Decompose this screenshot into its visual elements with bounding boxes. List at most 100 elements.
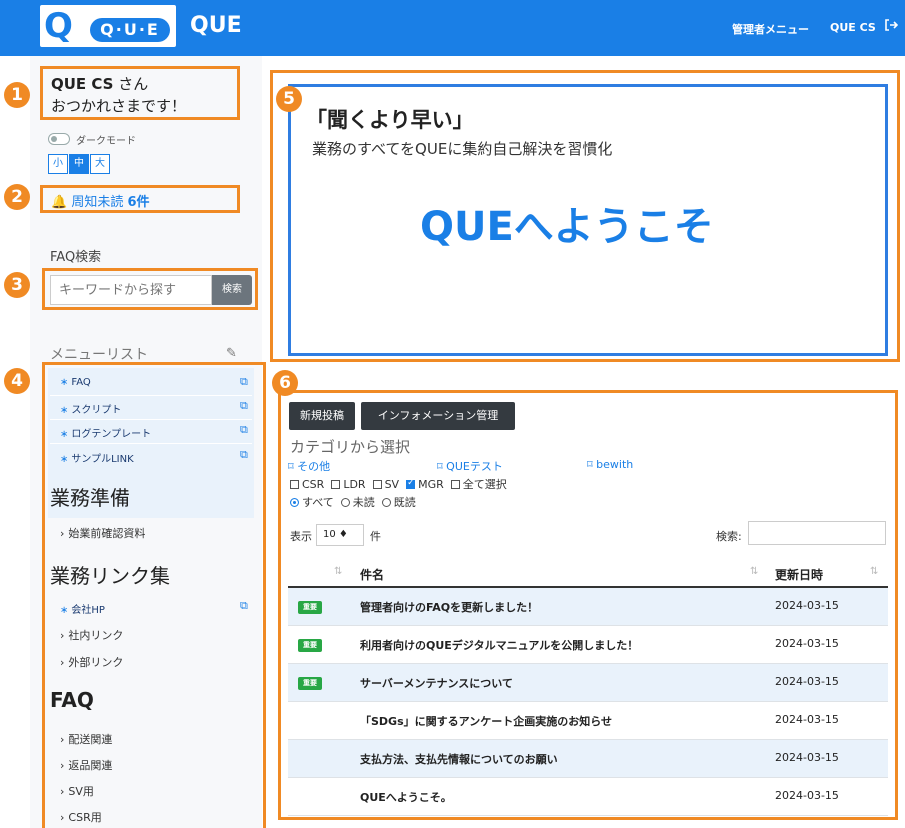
user-greeting-box: QUE CS さん おつかれさまです！ xyxy=(40,66,240,120)
row-subject[interactable]: 支払方法、支払先情報についてのお願い xyxy=(360,751,558,767)
sidebar-item-prep-docs[interactable]: › 始業前確認資料 xyxy=(60,525,145,541)
menu-separator xyxy=(50,419,252,420)
table-search-label: 検索: xyxy=(716,530,742,543)
important-tag: 重要 xyxy=(298,677,322,690)
category-link-bewith[interactable]: ⌑ bewith xyxy=(587,458,633,471)
greeting-text: おつかれさまです！ xyxy=(51,97,187,115)
table-row[interactable]: 重要 利用者向けのQUEデジタルマニュアルを公開しました！ 2024-03-15 xyxy=(288,626,888,664)
row-date: 2024-03-15 xyxy=(775,713,839,726)
external-link-icon[interactable]: ⧉ xyxy=(240,399,248,413)
annotation-badge-4: 4 xyxy=(4,368,30,394)
font-size-medium-button[interactable]: 中 xyxy=(69,154,89,174)
user-name: QUE CS xyxy=(51,75,114,93)
sort-icon[interactable]: ⇅ xyxy=(750,566,758,577)
dark-mode-label: ダークモード xyxy=(76,136,136,147)
user-suffix: さん xyxy=(113,75,149,93)
bookmark-icon: ⌑ xyxy=(288,460,294,473)
checkbox-csr[interactable]: CSR xyxy=(290,478,324,491)
row-subject[interactable]: 管理者向けのFAQを更新しました！ xyxy=(360,599,538,615)
column-header-updated[interactable]: 更新日時 xyxy=(775,566,823,583)
row-subject[interactable]: QUEへようこそ。 xyxy=(360,789,452,805)
unread-notice-box[interactable]: 🔔 周知未読 6件 xyxy=(40,185,240,213)
page-length-select[interactable]: 10 ♦ xyxy=(316,524,364,546)
row-date: 2024-03-15 xyxy=(775,637,839,650)
unread-notice-count: 6件 xyxy=(127,195,150,210)
checkbox-mgr[interactable]: MGR xyxy=(406,478,444,491)
row-date: 2024-03-15 xyxy=(775,751,839,764)
section-heading-links: 業務リンク集 xyxy=(50,564,170,588)
dark-mode-toggle[interactable] xyxy=(48,133,70,145)
hero-welcome: QUEへようこそ xyxy=(420,204,714,250)
radio-all[interactable]: すべて xyxy=(290,496,334,509)
menu-item-log-template[interactable]: ∗ ログテンプレート xyxy=(60,425,151,443)
table-row[interactable]: QUEへようこそ。 2024-03-15 xyxy=(288,778,888,816)
annotation-badge-5: 5 xyxy=(276,86,302,112)
radio-read[interactable]: 既読 xyxy=(381,496,416,509)
radio-unread[interactable]: 未読 xyxy=(340,496,375,509)
column-header-subject[interactable]: 件名 xyxy=(360,566,384,583)
menu-list-label: メニューリスト xyxy=(50,347,148,363)
info-manage-button[interactable]: インフォメーション管理 xyxy=(361,402,515,430)
table-row[interactable]: 「SDGs」に関するアンケート企画実施のお知らせ 2024-03-15 xyxy=(288,702,888,740)
top-header: Q Q·U·E QUE 管理者メニュー QUE CS xyxy=(0,0,905,56)
sidebar-item-external-links[interactable]: › 外部リンク xyxy=(60,654,123,670)
external-link-icon[interactable]: ⧉ xyxy=(240,423,248,437)
hero-subtitle: 業務のすべてをQUEに集約自己解決を習慣化 xyxy=(312,140,613,158)
checkbox-ldr[interactable]: LDR xyxy=(331,478,366,491)
external-link-icon[interactable]: ⧉ xyxy=(240,448,248,462)
checkbox-select-all[interactable]: 全て選択 xyxy=(450,478,507,491)
unread-notice-label: 周知未読 xyxy=(71,195,124,210)
new-post-button[interactable]: 新規投稿 xyxy=(289,402,355,430)
important-tag: 重要 xyxy=(298,601,322,614)
annotation-badge-3: 3 xyxy=(4,272,30,298)
page-length-unit: 件 xyxy=(370,530,381,543)
table-search-input[interactable] xyxy=(748,521,886,545)
section-heading-prep: 業務準備 xyxy=(50,486,130,510)
sidebar-item-shipping[interactable]: › 配送関連 xyxy=(60,731,112,747)
sidebar-item-company-hp[interactable]: ∗ 会社HP xyxy=(60,601,105,619)
sidebar-item-internal-links[interactable]: › 社内リンク xyxy=(60,627,123,643)
row-subject[interactable]: 利用者向けのQUEデジタルマニュアルを公開しました！ xyxy=(360,637,638,653)
category-label: カテゴリから選択 xyxy=(290,438,411,456)
menu-item-sample-link[interactable]: ∗ サンプルLINK xyxy=(60,450,134,468)
user-menu-link[interactable]: QUE CS xyxy=(830,21,876,34)
table-row[interactable]: 支払方法、支払先情報についてのお願い 2024-03-15 xyxy=(288,740,888,778)
sidebar-item-returns[interactable]: › 返品関連 xyxy=(60,757,112,773)
annotation-badge-2: 2 xyxy=(4,184,30,210)
bookmark-icon: ⌑ xyxy=(437,460,443,473)
logo[interactable]: Q Q·U·E xyxy=(40,5,176,47)
font-size-large-button[interactable]: 大 xyxy=(90,154,110,174)
checkbox-sv[interactable]: SV xyxy=(372,478,399,491)
row-date: 2024-03-15 xyxy=(775,789,839,802)
faq-search-button[interactable]: 検索 xyxy=(212,275,252,305)
important-tag: 重要 xyxy=(298,639,322,652)
table-row[interactable]: 重要 サーバーメンテナンスについて 2024-03-15 xyxy=(288,664,888,702)
read-filter-radios: すべて 未読 既読 xyxy=(290,494,416,510)
edit-icon[interactable]: ✎ xyxy=(226,346,237,361)
logout-icon[interactable] xyxy=(884,18,899,34)
font-size-small-button[interactable]: 小 xyxy=(48,154,68,174)
external-link-icon[interactable]: ⧉ xyxy=(240,375,248,389)
row-subject[interactable]: 「SDGs」に関するアンケート企画実施のお知らせ xyxy=(360,713,612,729)
category-link-other[interactable]: ⌑ その他 xyxy=(288,458,330,474)
logo-text: Q·U·E xyxy=(90,18,170,42)
menu-item-script[interactable]: ∗ スクリプト xyxy=(60,401,121,419)
admin-menu-link[interactable]: 管理者メニュー xyxy=(732,21,809,37)
sort-icon[interactable]: ⇅ xyxy=(870,566,878,577)
sidebar-item-csr[interactable]: › CSR用 xyxy=(60,809,102,825)
menu-item-faq[interactable]: ∗ FAQ xyxy=(60,377,91,395)
external-link-icon[interactable]: ⧉ xyxy=(240,599,248,613)
table-row[interactable]: 重要 管理者向けのFAQを更新しました！ 2024-03-15 xyxy=(288,588,888,626)
bell-icon: 🔔 xyxy=(51,195,68,210)
row-date: 2024-03-15 xyxy=(775,599,839,612)
menu-separator xyxy=(50,443,252,444)
page-length-label: 表示 xyxy=(290,530,312,543)
annotation-badge-1: 1 xyxy=(4,82,30,108)
app-title: QUE xyxy=(190,13,242,38)
row-subject[interactable]: サーバーメンテナンスについて xyxy=(360,675,513,691)
sort-icon[interactable]: ⇅ xyxy=(334,566,342,577)
faq-search-input[interactable] xyxy=(50,275,212,305)
sidebar-item-sv[interactable]: › SV用 xyxy=(60,783,94,799)
category-link-que-test[interactable]: ⌑ QUEテスト xyxy=(437,458,503,474)
section-heading-faq: FAQ xyxy=(50,688,94,712)
